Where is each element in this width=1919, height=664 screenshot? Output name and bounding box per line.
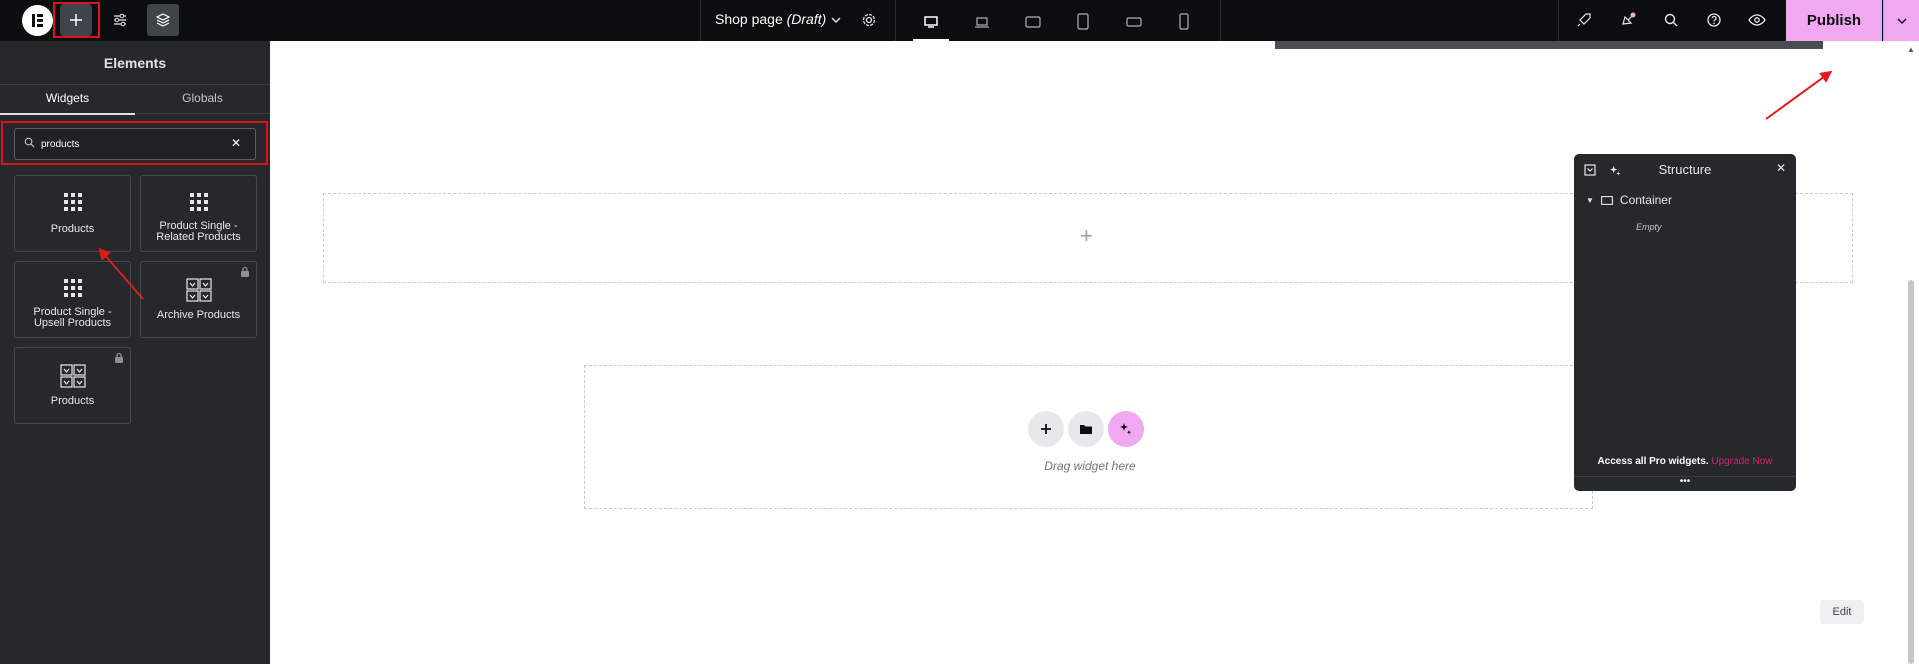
tab-widgets[interactable]: Widgets — [0, 85, 135, 115]
elementor-logo-icon[interactable] — [22, 5, 53, 36]
canvas-scrollbar[interactable] — [1908, 280, 1914, 664]
widget-card-products-pro[interactable]: Products — [14, 347, 131, 424]
chevron-down-icon — [831, 17, 841, 23]
tablet-landscape-icon — [1025, 16, 1041, 28]
chevron-down-icon — [1896, 17, 1907, 24]
top-bar: Shop page (Draft) Publish — [0, 0, 1919, 41]
close-icon[interactable]: ✕ — [1776, 161, 1786, 175]
container-icon — [1600, 195, 1613, 205]
annotation-highlight-box — [1, 121, 268, 165]
divider — [1558, 0, 1559, 41]
device-mobile-landscape-button[interactable] — [1116, 4, 1152, 40]
panel-tabs: Widgets Globals — [0, 84, 270, 115]
laptop-icon — [975, 17, 989, 28]
archive-products-icon — [185, 278, 212, 302]
pro-upsell-text: Access all Pro widgets. — [1597, 456, 1709, 467]
edit-button[interactable]: Edit — [1820, 600, 1864, 624]
sliders-icon — [114, 13, 126, 27]
publish-button[interactable]: Publish — [1786, 0, 1882, 41]
mobile-portrait-icon — [1179, 13, 1189, 30]
widget-label: Products — [50, 223, 95, 235]
upgrade-now-link[interactable]: Upgrade Now — [1711, 456, 1772, 467]
hero-image-fragment — [1275, 41, 1823, 49]
annotation-highlight-box — [53, 2, 100, 38]
notifications-icon — [1622, 12, 1636, 25]
caret-down-icon[interactable]: ▼ — [1586, 196, 1594, 205]
help-icon — [1707, 13, 1721, 27]
archive-products-icon — [59, 364, 86, 388]
desktop-icon — [924, 16, 938, 28]
structure-empty-label: Empty — [1636, 222, 1662, 232]
pro-upsell: Access all Pro widgets. Upgrade Now — [1574, 456, 1796, 467]
lock-icon — [115, 352, 123, 363]
device-tablet-landscape-button[interactable] — [1015, 4, 1051, 40]
device-mobile-portrait-button[interactable] — [1166, 4, 1202, 40]
whats-new-button[interactable] — [1612, 4, 1644, 36]
publish-options-button[interactable] — [1883, 0, 1919, 41]
add-template-button[interactable] — [1068, 411, 1104, 447]
device-laptop-button[interactable] — [964, 4, 1000, 40]
grid-icon — [189, 193, 208, 211]
widget-card-products[interactable]: Products — [14, 175, 131, 252]
structure-item-container[interactable]: ▼ Container — [1586, 193, 1672, 207]
search-button[interactable] — [1655, 4, 1687, 36]
preview-button[interactable] — [1741, 4, 1773, 36]
launchpad-button[interactable] — [1568, 4, 1600, 36]
grid-icon — [63, 279, 82, 297]
document-menu-chevron[interactable] — [820, 4, 852, 36]
structure-panel: Structure ✕ ▼ Container Empty Access all… — [1574, 154, 1796, 491]
site-settings-button[interactable] — [104, 4, 136, 36]
mobile-landscape-icon — [1126, 17, 1142, 27]
search-icon — [1664, 13, 1678, 27]
divider — [895, 0, 896, 41]
rocket-icon — [1577, 13, 1591, 27]
widget-label: Product Single - Related Products — [156, 220, 241, 243]
gear-icon — [862, 13, 876, 27]
structure-more-handle[interactable]: ••• — [1574, 476, 1796, 487]
add-section-button[interactable] — [1028, 411, 1064, 447]
device-desktop-button[interactable] — [913, 4, 949, 41]
eye-icon — [1748, 14, 1766, 26]
widget-label: Archive Products — [156, 309, 241, 321]
add-to-container-icon[interactable]: + — [1080, 223, 1093, 249]
widget-card-product-single-related[interactable]: Product Single - Related Products — [140, 175, 257, 252]
device-tablet-portrait-button[interactable] — [1065, 4, 1101, 40]
widget-label: Product Single - Upsell Products — [33, 306, 112, 329]
structure-button[interactable] — [147, 4, 179, 36]
widget-card-product-single-upsell[interactable]: Product Single - Upsell Products — [14, 261, 131, 338]
folder-icon — [1080, 425, 1092, 434]
tab-globals[interactable]: Globals — [135, 85, 270, 114]
layers-icon — [155, 13, 171, 27]
panel-title: Elements — [103, 55, 167, 71]
drag-widget-hint: Drag widget here — [1044, 459, 1136, 473]
sparkle-icon — [1120, 423, 1132, 435]
document-title[interactable]: Shop page (Draft) — [715, 11, 826, 27]
structure-item-label: Container — [1619, 193, 1672, 207]
widget-label: Products — [50, 395, 95, 407]
structure-title: Structure — [1658, 162, 1712, 177]
help-button[interactable] — [1698, 4, 1730, 36]
divider — [1220, 0, 1221, 41]
document-title-text: Shop page — [715, 11, 783, 27]
lock-icon — [241, 266, 249, 277]
scroll-up-arrow-icon[interactable]: ▲ — [1907, 45, 1915, 54]
tablet-portrait-icon — [1077, 13, 1089, 30]
divider — [700, 0, 701, 41]
grid-icon — [63, 193, 82, 211]
ai-builder-button[interactable] — [1108, 411, 1144, 447]
plus-icon — [1041, 424, 1051, 434]
widget-card-archive-products[interactable]: Archive Products — [140, 261, 257, 338]
page-settings-button[interactable] — [853, 4, 885, 36]
